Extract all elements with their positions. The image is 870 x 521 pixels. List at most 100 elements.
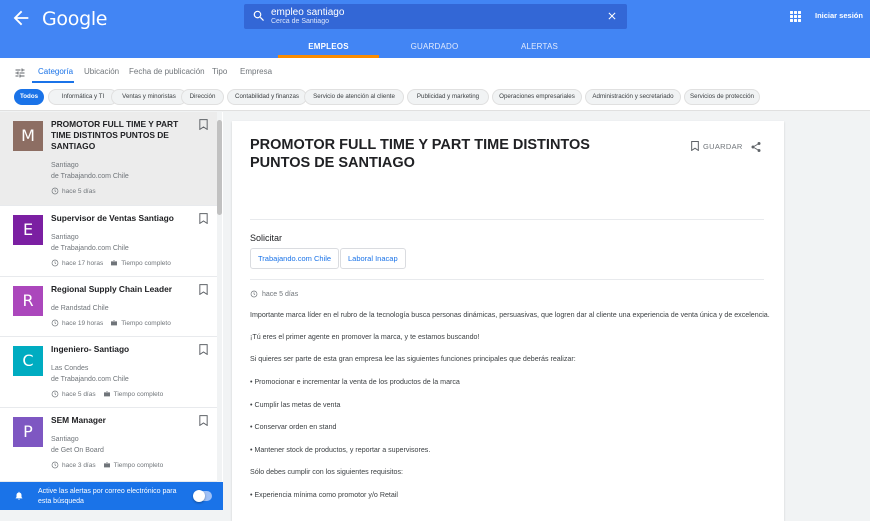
chip-informatica[interactable]: Informática y TI [48, 89, 118, 105]
chip-atencion-cliente[interactable]: Servicio de atención al cliente [304, 89, 404, 105]
tab-guardado[interactable]: GUARDADO [384, 42, 485, 51]
detail-title: PROMOTOR FULL TIME Y PART TIME DISTINTOS… [250, 137, 590, 171]
job-type: Tiempo completo [121, 319, 171, 327]
briefcase-icon [103, 462, 110, 468]
clock-icon [51, 187, 59, 195]
chip-contabilidad[interactable]: Contabilidad y finanzas [227, 89, 307, 105]
chip-publicidad[interactable]: Publicidad y marketing [407, 89, 489, 105]
job-source: de Trabajando.com Chile [51, 376, 129, 383]
filter-tab-tipo[interactable]: Tipo [212, 67, 227, 76]
job-card[interactable]: M PROMOTOR FULL TIME Y PART TIME DISTINT… [0, 112, 217, 206]
tune-filter-icon[interactable] [14, 67, 26, 79]
company-avatar: C [13, 346, 43, 376]
back-arrow-icon[interactable] [10, 7, 32, 29]
job-type: Tiempo completo [121, 259, 171, 267]
description-bullet: • Conservar orden en stand [250, 423, 337, 431]
divider [250, 219, 764, 220]
job-source: de Get On Board [51, 447, 104, 454]
job-meta-row: hace 5 días [51, 187, 96, 195]
chip-operaciones[interactable]: Operaciones empresariales [492, 89, 582, 105]
apply-option-inacap[interactable]: Laboral Inacap [340, 248, 406, 269]
job-age: hace 5 días [62, 187, 96, 195]
job-meta-row: hace 5 días Tiempo completo [51, 390, 163, 398]
job-title[interactable]: PROMOTOR FULL TIME Y PART TIME DISTINTOS… [51, 119, 191, 152]
email-alert-toggle[interactable] [193, 490, 212, 502]
clear-search-icon[interactable] [606, 10, 618, 22]
description-bullet: • Mantener stock de productos, y reporta… [250, 446, 431, 454]
company-avatar: M [13, 121, 43, 151]
job-list-scrollbar[interactable] [217, 112, 222, 482]
bookmark-icon[interactable] [199, 284, 208, 295]
filter-tab-fecha[interactable]: Fecha de publicación [129, 67, 205, 76]
apply-heading: Solicitar [250, 233, 283, 243]
company-avatar: R [13, 286, 43, 316]
job-card[interactable]: R Regional Supply Chain Leader de Randst… [0, 277, 217, 337]
top-app-bar: Google empleo santiago Cerca de Santiago… [0, 0, 870, 58]
filter-tab-categoria[interactable]: Categoría [38, 67, 73, 76]
company-avatar: E [13, 215, 43, 245]
filter-tab-empresa[interactable]: Empresa [240, 67, 272, 76]
description-paragraph: Importante marca líder en el rubro de la… [250, 311, 770, 319]
chip-proteccion[interactable]: Servicios de protección [684, 89, 760, 105]
scrollbar-thumb[interactable] [217, 120, 222, 215]
clock-icon [51, 319, 59, 327]
bell-icon [15, 491, 23, 500]
job-title[interactable]: Supervisor de Ventas Santiago [51, 213, 191, 224]
sign-in-link[interactable]: Iniciar sesión [815, 11, 863, 20]
divider [250, 279, 764, 280]
bookmark-icon[interactable] [199, 344, 208, 355]
job-list: M PROMOTOR FULL TIME Y PART TIME DISTINT… [0, 112, 223, 482]
save-label: GUARDAR [703, 141, 743, 151]
google-logo[interactable]: Google [42, 8, 108, 30]
chip-ventas[interactable]: Ventas y minoristas [111, 89, 187, 105]
job-meta-row: hace 17 horas Tiempo completo [51, 259, 171, 267]
filter-tab-ubicacion[interactable]: Ubicación [84, 67, 119, 76]
posted-date: hace 5 días [250, 290, 298, 298]
chip-administracion[interactable]: Administración y secretariado [585, 89, 681, 105]
job-location: Las Condes [51, 365, 89, 372]
company-avatar: P [13, 417, 43, 447]
job-card[interactable]: P SEM Manager Santiago de Get On Board h… [0, 408, 217, 482]
email-alert-bar: Active las alertas por correo electrónic… [0, 482, 223, 510]
job-location: Santiago [51, 436, 79, 443]
job-age: hace 3 días [62, 461, 96, 469]
description-bullet: • Cumplir las metas de venta [250, 401, 341, 409]
job-title[interactable]: SEM Manager [51, 415, 191, 426]
job-age: hace 17 horas [62, 259, 104, 267]
tab-empleos[interactable]: EMPLEOS [278, 42, 379, 51]
posted-text: hace 5 días [262, 290, 299, 298]
clock-icon [51, 461, 59, 469]
clock-icon [250, 290, 258, 298]
tab-alertas[interactable]: ALERTAS [489, 42, 590, 51]
briefcase-icon [111, 260, 118, 266]
search-icon[interactable] [252, 9, 266, 23]
search-query[interactable]: empleo santiago [271, 7, 344, 18]
toggle-knob[interactable] [193, 490, 205, 502]
job-type: Tiempo completo [113, 461, 164, 469]
briefcase-icon [103, 391, 110, 397]
search-box[interactable]: empleo santiago Cerca de Santiago [244, 4, 627, 29]
job-card[interactable]: C Ingeniero- Santiago Las Condes de Trab… [0, 337, 217, 408]
bookmark-icon[interactable] [199, 119, 208, 130]
description-paragraph: ¡Tú eres el primer agente en promover la… [250, 333, 480, 341]
main-tabs: EMPLEOS GUARDADO ALERTAS [0, 36, 870, 58]
job-title[interactable]: Ingeniero- Santiago [51, 344, 191, 355]
job-meta-row: hace 19 horas Tiempo completo [51, 319, 171, 327]
description-bullet: • Promocionar e incrementar la venta de … [250, 378, 460, 386]
apply-option-trabajando[interactable]: Trabajando.com Chile [250, 248, 340, 269]
save-job-button[interactable]: GUARDAR [691, 141, 743, 151]
job-type: Tiempo completo [113, 390, 164, 398]
share-icon[interactable] [750, 141, 762, 153]
bookmark-icon[interactable] [199, 213, 208, 224]
filter-bar: Categoría Ubicación Fecha de publicación… [0, 58, 870, 111]
job-title[interactable]: Regional Supply Chain Leader [51, 284, 191, 295]
job-source: de Randstad Chile [51, 305, 109, 312]
job-location: Santiago [51, 234, 79, 241]
search-location: Cerca de Santiago [271, 18, 329, 25]
job-detail-panel: PROMOTOR FULL TIME Y PART TIME DISTINTOS… [232, 121, 784, 521]
apps-grid-icon[interactable] [790, 11, 801, 22]
bookmark-icon[interactable] [199, 415, 208, 426]
job-card[interactable]: E Supervisor de Ventas Santiago Santiago… [0, 206, 217, 277]
chip-direccion[interactable]: Dirección [181, 89, 224, 105]
chip-todos[interactable]: Todos [14, 89, 44, 105]
